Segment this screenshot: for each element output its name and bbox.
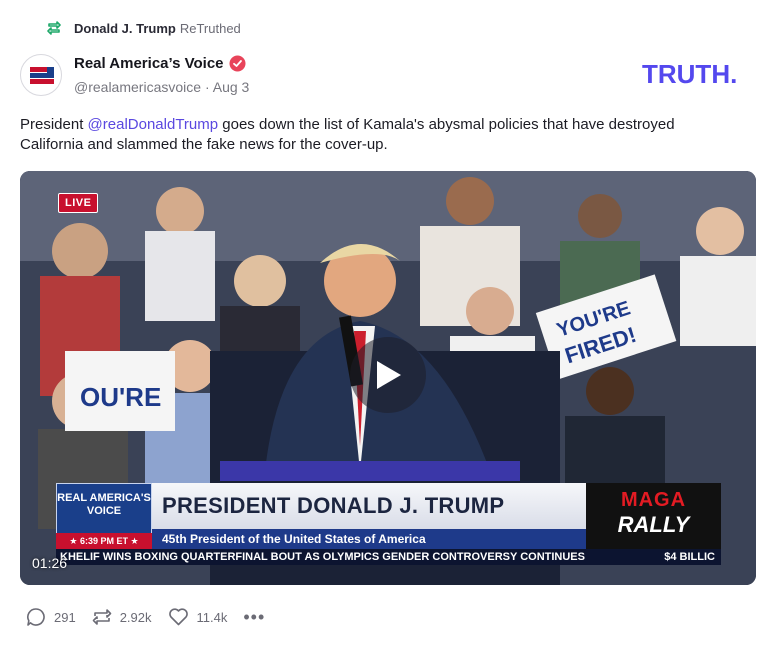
svg-text:OU'RE: OU'RE — [80, 382, 161, 412]
more-options-button[interactable]: ••• — [243, 608, 265, 626]
ticker-text-right: $4 BILLIC — [664, 551, 715, 563]
post-date[interactable]: Aug 3 — [213, 79, 250, 95]
retruth-label: ReTruthed — [179, 20, 241, 36]
play-button[interactable] — [350, 337, 426, 413]
broadcast-time: ★ 6:39 PM ET ★ — [56, 533, 152, 549]
news-ticker: KHELIF WINS BOXING QUARTERFINAL BOUT AS … — [56, 549, 721, 565]
retruth-banner: Donald J. Trump ReTruthed — [46, 19, 241, 37]
reply-count: 291 — [54, 609, 76, 625]
ticker-text: KHELIF WINS BOXING QUARTERFINAL BOUT AS … — [60, 551, 585, 563]
rally-graphic-top: MAGA — [620, 489, 687, 511]
author-handle[interactable]: @realamericasvoice — [74, 79, 201, 95]
post-body: President @realDonaldTrump goes down the… — [20, 115, 740, 155]
like-button[interactable]: 11.4k — [168, 607, 228, 627]
video-player[interactable]: OU'RE YOU'RE FIRED! LIVE REAL AMERICA'S … — [20, 171, 756, 585]
reply-icon — [27, 608, 45, 626]
post-actions: 291 2.92k 11.4k ••• — [26, 607, 281, 627]
lower-third-headline: PRESIDENT DONALD J. TRUMP — [152, 483, 586, 529]
news-lower-third: REAL AMERICA'S VOICE ★ 6:39 PM ET ★ PRES… — [56, 483, 721, 565]
handle-separator: · — [204, 79, 210, 95]
lower-third-subheadline: 45th President of the United States of A… — [152, 529, 586, 549]
retruth-action-icon — [92, 609, 112, 625]
retruth-icon — [47, 21, 61, 35]
reply-button[interactable]: 291 — [26, 607, 76, 627]
play-icon — [377, 361, 401, 389]
retruth-button[interactable]: 2.92k — [92, 607, 152, 627]
retruth-count: 2.92k — [119, 609, 152, 625]
post-header: Real America’s Voice @realamericasvoice … — [20, 52, 757, 100]
post-text-prefix: President — [20, 116, 88, 133]
retruth-user-link[interactable]: Donald J. Trump — [74, 21, 176, 36]
verified-badge-icon — [229, 55, 246, 72]
rally-graphic: MAGA RALLY — [586, 483, 721, 549]
like-count: 11.4k — [196, 609, 228, 625]
live-badge: LIVE — [58, 193, 99, 213]
video-timecode: 01:26 — [32, 555, 68, 571]
mention-link[interactable]: @realDonaldTrump — [88, 116, 219, 133]
avatar[interactable] — [20, 54, 62, 96]
truth-logo[interactable]: TRUTH. — [642, 60, 757, 88]
truth-logo-text: TRUTH. — [642, 60, 737, 88]
rally-graphic-bottom: RALLY — [617, 512, 690, 537]
heart-icon — [168, 608, 188, 626]
author-name[interactable]: Real America’s Voice — [74, 55, 224, 72]
